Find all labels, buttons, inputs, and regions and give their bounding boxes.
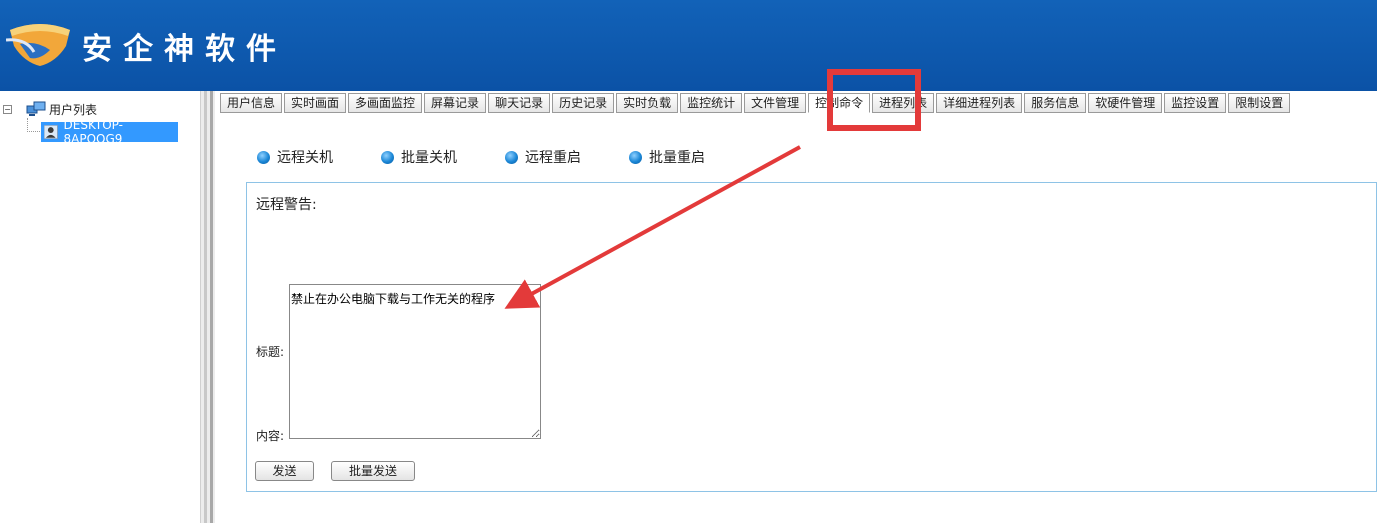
content-label: 内容:: [256, 429, 285, 443]
option-label: 批量重启: [649, 150, 705, 166]
radio-dot-icon: [505, 150, 518, 164]
tab-control-commands[interactable]: 控制命令: [808, 93, 871, 113]
tab-detailed-process-list[interactable]: 详细进程列表: [936, 93, 1023, 113]
option-label: 远程关机: [277, 150, 333, 166]
tab-file-manager[interactable]: 文件管理: [744, 93, 807, 113]
tree-item-selected-user[interactable]: DESKTOP-8APOQG9: [41, 118, 178, 146]
tab-user-info[interactable]: 用户信息: [220, 93, 283, 113]
app-title: 安企神软件: [82, 32, 287, 67]
app-header: 安企神软件: [0, 0, 1377, 91]
batch-send-button[interactable]: 批量发送: [331, 461, 415, 481]
tab-bar: 用户信息 实时画面 多画面监控 屏幕记录 聊天记录 历史记录 实时负载 监控统计…: [220, 93, 1292, 113]
tab-chat-record[interactable]: 聊天记录: [488, 93, 551, 113]
option-batch-restart[interactable]: 批量重启: [629, 147, 705, 167]
tab-restriction-settings[interactable]: 限制设置: [1228, 93, 1291, 113]
tab-history[interactable]: 历史记录: [552, 93, 615, 113]
title-label: 标题:: [256, 345, 285, 359]
radio-dot-icon: [257, 150, 270, 164]
send-button[interactable]: 发送: [255, 461, 314, 481]
tree-collapse-toggle[interactable]: −: [3, 104, 12, 114]
option-label: 远程重启: [525, 150, 581, 166]
tab-process-list[interactable]: 进程列表: [872, 93, 935, 113]
tree-item-label: DESKTOP-8APOQG9: [63, 118, 123, 146]
tab-software-hardware[interactable]: 软硬件管理: [1088, 93, 1163, 113]
content-textarea[interactable]: 禁止在办公电脑下载与工作无关的程序: [289, 284, 541, 439]
tab-service-info[interactable]: 服务信息: [1024, 93, 1087, 113]
computers-icon: [26, 101, 46, 116]
option-remote-shutdown[interactable]: 远程关机: [257, 147, 333, 167]
user-icon: [44, 125, 58, 139]
main-content: 用户信息 实时画面 多画面监控 屏幕记录 聊天记录 历史记录 实时负载 监控统计…: [215, 69, 1377, 523]
tree-connector: [27, 131, 40, 132]
tree-root-user-list[interactable]: − 用户列表: [3, 101, 97, 117]
tree-root-label: 用户列表: [49, 102, 98, 117]
warning-title: 远程警告:: [256, 197, 317, 213]
shield-logo-icon: [6, 24, 70, 66]
radio-dot-icon: [629, 150, 642, 164]
panel-splitter[interactable]: [201, 91, 215, 523]
tab-live-load[interactable]: 实时负载: [616, 93, 679, 113]
option-batch-shutdown[interactable]: 批量关机: [381, 147, 457, 167]
tab-monitor-stats[interactable]: 监控统计: [680, 93, 743, 113]
tab-live-screen[interactable]: 实时画面: [284, 93, 347, 113]
remote-warning-panel: 远程警告: 标题: 禁止在办公电脑下载与工作无关的程序 内容: 发送 批量发送: [246, 182, 1377, 492]
tab-monitor-settings[interactable]: 监控设置: [1164, 93, 1227, 113]
tab-screen-record[interactable]: 屏幕记录: [424, 93, 487, 113]
tab-multi-screen[interactable]: 多画面监控: [348, 93, 423, 113]
command-options: 远程关机 批量关机 远程重启 批量重启: [257, 147, 753, 167]
radio-dot-icon: [381, 150, 394, 164]
option-label: 批量关机: [401, 150, 457, 166]
option-remote-restart[interactable]: 远程重启: [505, 147, 581, 167]
user-tree-panel: − 用户列表 DESKTOP-8APOQG9: [0, 91, 201, 523]
tree-connector: [27, 118, 28, 130]
